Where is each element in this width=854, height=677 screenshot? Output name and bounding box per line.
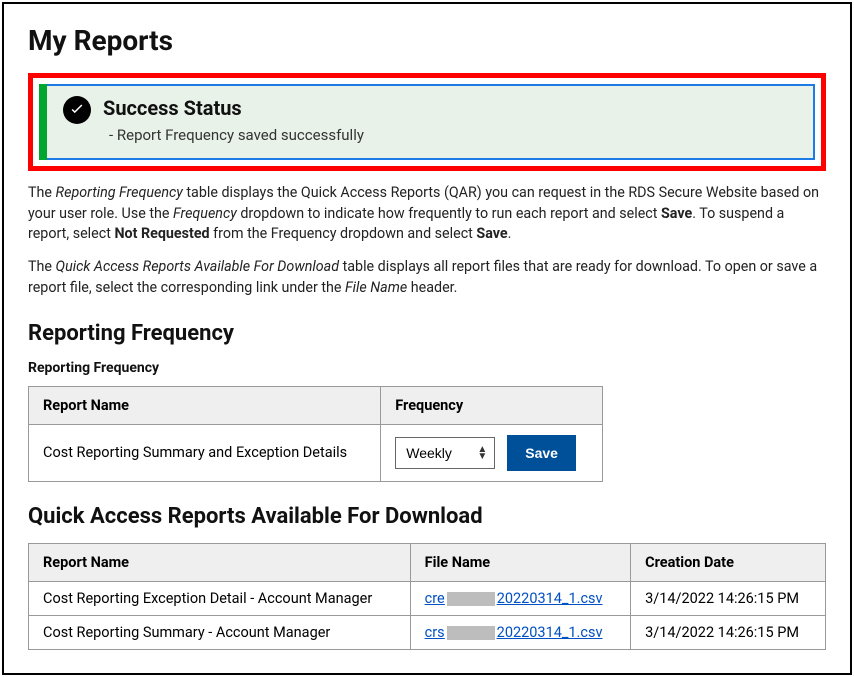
intro-bold: Save — [661, 206, 692, 222]
cell-frequency: Weekly ▲▼ Save — [381, 424, 603, 481]
intro-em: File Name — [345, 280, 407, 296]
page-title: My Reports — [28, 24, 826, 57]
cell-report-name: Cost Reporting Exception Detail - Accoun… — [29, 581, 411, 615]
intro-bold: Save — [476, 226, 507, 242]
col-frequency: Frequency — [381, 386, 603, 424]
file-download-link[interactable]: crs 20220314_1.csv — [425, 624, 603, 641]
intro-em: Reporting Frequency — [56, 185, 183, 201]
redacted-block — [447, 592, 495, 606]
file-prefix: crs — [425, 624, 445, 641]
table-row: Cost Reporting Summary - Account Manager… — [29, 615, 826, 649]
intro-text: dropdown to indicate how frequently to r… — [237, 206, 661, 222]
intro-text: from the Frequency dropdown and select — [210, 226, 477, 242]
col-report-name: Report Name — [29, 386, 381, 424]
intro-text: . — [508, 226, 512, 242]
table-row: Cost Reporting Summary and Exception Det… — [29, 424, 603, 481]
intro-bold: Not Requested — [114, 226, 209, 242]
alert-content: Success Status - Report Frequency saved … — [103, 96, 799, 144]
reporting-frequency-heading: Reporting Frequency — [28, 321, 826, 346]
alert-title: Success Status — [103, 96, 799, 120]
intro-text: The — [28, 259, 56, 275]
col-file-name: File Name — [410, 543, 630, 581]
success-alert: Success Status - Report Frequency saved … — [39, 84, 815, 160]
file-suffix: 20220314_1.csv — [497, 590, 603, 607]
check-circle-icon — [63, 96, 91, 124]
col-report-name: Report Name — [29, 543, 411, 581]
intro-text: The — [28, 185, 56, 201]
cell-report-name: Cost Reporting Summary and Exception Det… — [29, 424, 381, 481]
alert-highlight: Success Status - Report Frequency saved … — [28, 73, 826, 171]
intro-paragraph-1: The Reporting Frequency table displays t… — [28, 183, 826, 245]
intro-paragraph-2: The Quick Access Reports Available For D… — [28, 257, 826, 298]
file-download-link[interactable]: cre 20220314_1.csv — [425, 590, 603, 607]
cell-creation-date: 3/14/2022 14:26:15 PM — [631, 581, 826, 615]
alert-message: - Report Frequency saved successfully — [103, 126, 799, 144]
col-creation-date: Creation Date — [631, 543, 826, 581]
frequency-select-wrapper: Weekly ▲▼ — [395, 437, 495, 469]
save-button[interactable]: Save — [507, 435, 576, 471]
file-prefix: cre — [425, 590, 445, 607]
cell-creation-date: 3/14/2022 14:26:15 PM — [631, 615, 826, 649]
download-heading: Quick Access Reports Available For Downl… — [28, 504, 826, 529]
intro-em: Quick Access Reports Available For Downl… — [56, 259, 340, 275]
cell-file-name: crs 20220314_1.csv — [410, 615, 630, 649]
cell-file-name: cre 20220314_1.csv — [410, 581, 630, 615]
table-row: Cost Reporting Exception Detail - Accoun… — [29, 581, 826, 615]
redacted-block — [447, 626, 495, 640]
intro-text: header. — [407, 280, 457, 296]
download-table: Report Name File Name Creation Date Cost… — [28, 543, 826, 650]
cell-report-name: Cost Reporting Summary - Account Manager — [29, 615, 411, 649]
intro-em: Frequency — [173, 206, 237, 222]
file-suffix: 20220314_1.csv — [497, 624, 603, 641]
reporting-frequency-label: Reporting Frequency — [28, 360, 826, 376]
frequency-select[interactable]: Weekly — [395, 437, 495, 469]
reporting-frequency-table: Report Name Frequency Cost Reporting Sum… — [28, 386, 603, 482]
